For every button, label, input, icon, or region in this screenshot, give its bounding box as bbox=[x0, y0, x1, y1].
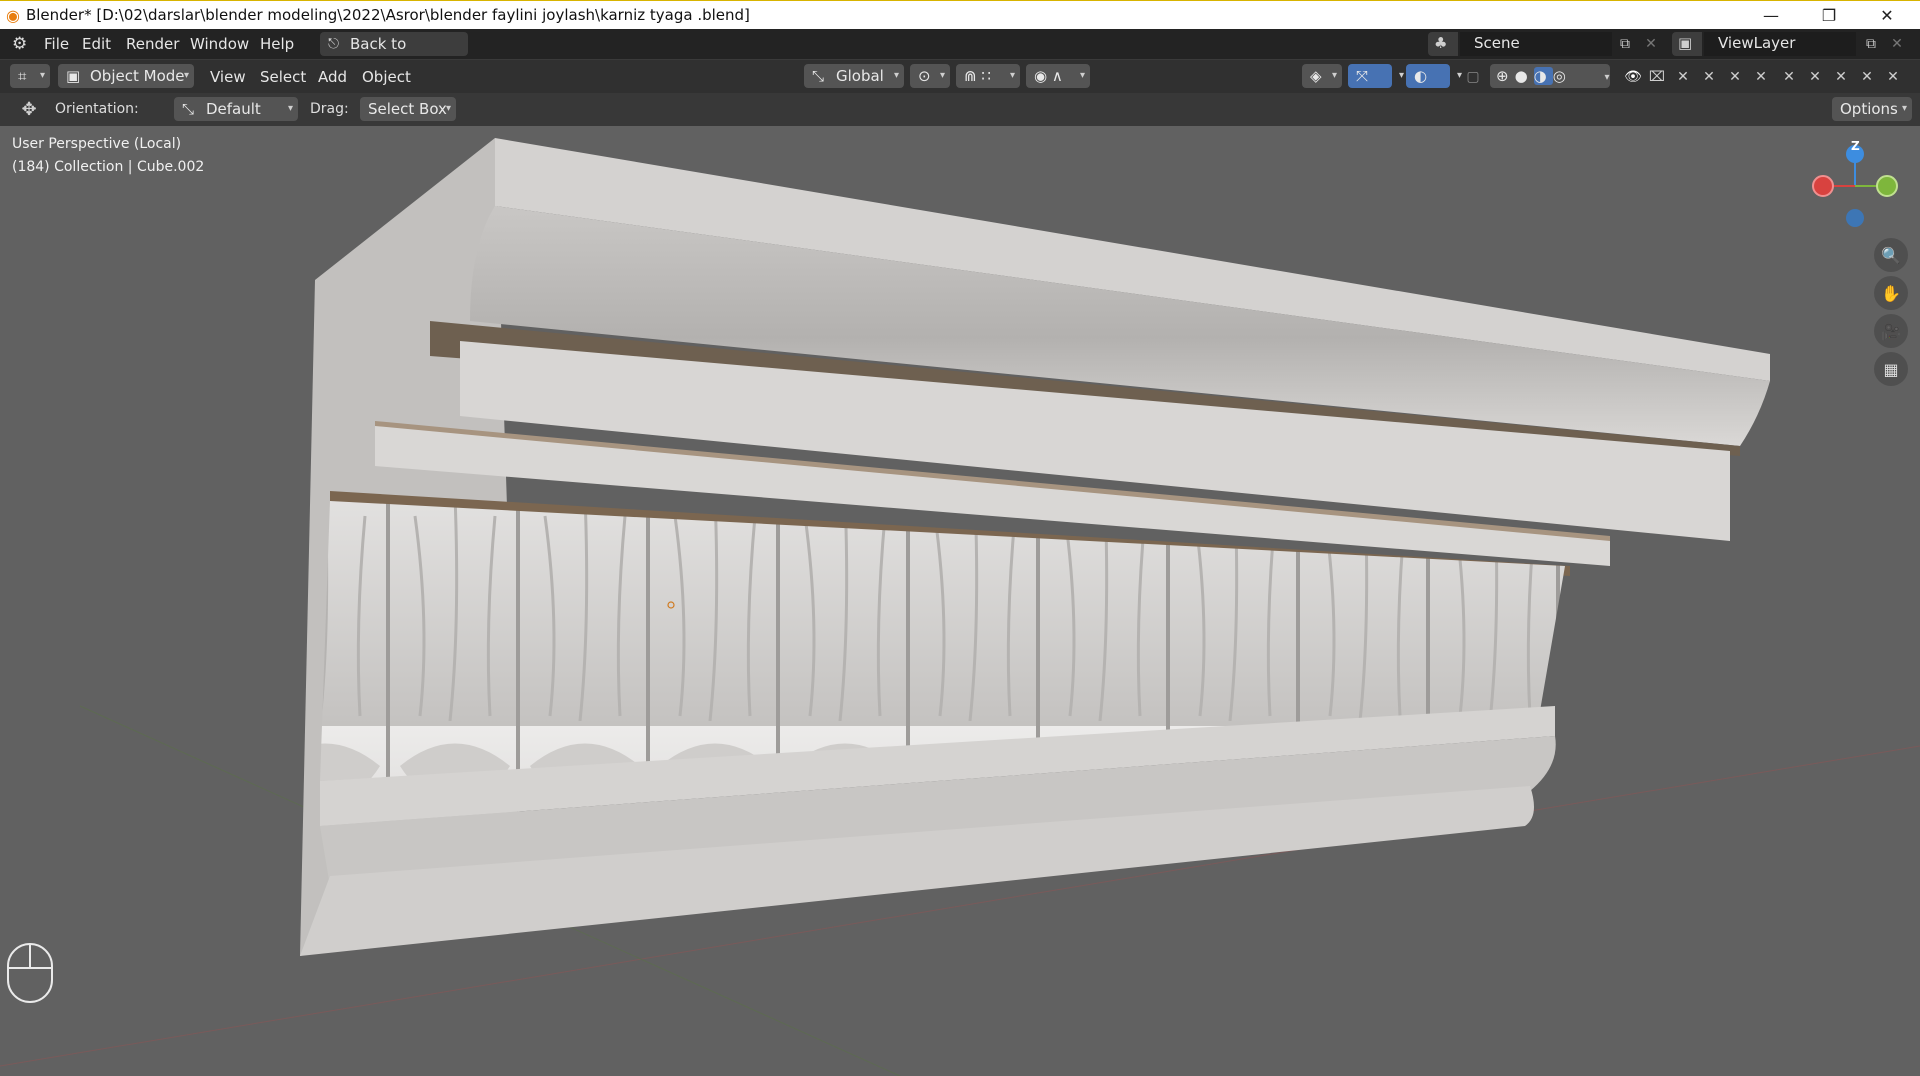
window-title-bar: ◉ Blender* [D:\02\darslar\blender modeli… bbox=[0, 0, 1920, 29]
gizmo-icon: ⤧ bbox=[1356, 67, 1369, 85]
drag-dropdown[interactable]: Select Box ▾ bbox=[360, 97, 456, 121]
scene-name-field[interactable]: Scene bbox=[1460, 32, 1612, 56]
window-title: Blender* [D:\02\darslar\blender modeling… bbox=[25, 6, 750, 24]
gizmo-y-axis[interactable] bbox=[1876, 175, 1898, 197]
scene-name: Scene bbox=[1474, 34, 1520, 52]
restrict-icon-8[interactable]: ✕ bbox=[1858, 68, 1876, 86]
drag-value: Select Box bbox=[368, 100, 447, 118]
viewport-collection-text: (184) Collection | Cube.002 bbox=[12, 159, 205, 175]
delete-viewlayer-icon[interactable]: ✕ bbox=[1888, 35, 1906, 53]
orientation-label: Orientation: bbox=[55, 101, 139, 117]
view-object-types-icon: ◈ bbox=[1310, 67, 1322, 85]
3d-viewport[interactable]: User Perspective (Local) (184) Collectio… bbox=[0, 126, 1920, 1076]
menu-window[interactable]: Window bbox=[190, 34, 249, 54]
orientation-dropdown[interactable]: ⤡ Default ▾ bbox=[174, 97, 298, 121]
menu-select[interactable]: Select bbox=[260, 67, 306, 87]
mode-dropdown[interactable]: ▣ Object Mode ▾ bbox=[58, 64, 194, 88]
proportional-edit-toggle[interactable]: ◉ ∧ ▾ bbox=[1026, 64, 1090, 88]
drag-label: Drag: bbox=[310, 101, 349, 117]
zoom-icon[interactable]: 🔍 bbox=[1874, 238, 1908, 272]
eye-icon[interactable]: 👁 bbox=[1624, 68, 1642, 86]
viewlayer-name-field[interactable]: ViewLayer bbox=[1704, 32, 1856, 56]
blender-logo-icon: ◉ bbox=[6, 5, 20, 25]
restrict-icon-2[interactable]: ✕ bbox=[1700, 68, 1718, 86]
restrict-icon-7[interactable]: ✕ bbox=[1832, 68, 1850, 86]
visibility-dropdown[interactable]: ◈ ▾ bbox=[1302, 64, 1342, 88]
shading-wireframe-icon[interactable]: ⊕ bbox=[1496, 67, 1515, 85]
object-mode-icon: ▣ bbox=[66, 67, 81, 85]
grid-icon[interactable]: ▦ bbox=[1874, 352, 1908, 386]
overlay-toggle[interactable]: ◐ ▾ bbox=[1406, 64, 1462, 88]
shading-solid-icon[interactable]: ● bbox=[1515, 67, 1534, 85]
hide-toggle-icon[interactable]: ⌧ bbox=[1648, 68, 1666, 86]
overlay-icon: ◐ bbox=[1414, 67, 1428, 85]
back-to-previous-button[interactable]: ⎋ Back to Previous bbox=[320, 32, 468, 77]
minimize-button[interactable]: — bbox=[1742, 1, 1800, 29]
new-scene-icon[interactable]: ⧉ bbox=[1616, 35, 1634, 53]
menu-view[interactable]: View bbox=[210, 67, 246, 87]
transform-orientation-label: Global bbox=[836, 67, 884, 85]
menu-render[interactable]: Render bbox=[126, 34, 179, 54]
menu-file[interactable]: File bbox=[44, 34, 69, 54]
gizmo-neg-z-axis[interactable] bbox=[1846, 209, 1864, 227]
options-dropdown[interactable]: Options ▾ bbox=[1832, 97, 1912, 121]
viewport-header: ⌗ ▾ ▣ Object Mode ▾ View Select Add Object… bbox=[0, 60, 1920, 93]
snap-toggle[interactable]: ⋒ ∷ ▾ bbox=[956, 64, 1020, 88]
back-icon: ⎋ bbox=[328, 36, 340, 52]
restore-button[interactable]: ❐ bbox=[1800, 1, 1858, 29]
viewport-scene bbox=[0, 138, 1920, 1076]
top-menu-bar: ⚙ File Edit Render Window Help ⎋ Back to… bbox=[0, 29, 1920, 77]
tool-settings-bar: ✥ Orientation: ⤡ Default ▾ Drag: Select B… bbox=[0, 93, 1920, 126]
shading-material-icon[interactable]: ◑ bbox=[1533, 67, 1553, 85]
move-tool-icon: ✥ bbox=[21, 98, 37, 120]
editor-type-icon: ⌗ bbox=[18, 67, 27, 85]
pivot-icon: ⊙ bbox=[918, 67, 931, 85]
snap-icon: ⋒ ∷ bbox=[964, 67, 991, 85]
gizmo-z-label: Z bbox=[1851, 139, 1860, 153]
menu-add[interactable]: Add bbox=[318, 67, 347, 87]
menu-object[interactable]: Object bbox=[362, 67, 411, 87]
transform-orientation-dropdown[interactable]: ⤡ Global ▾ bbox=[804, 64, 904, 88]
mode-label: Object Mode bbox=[90, 67, 185, 85]
shading-options-dropdown[interactable]: ▾ bbox=[1598, 68, 1616, 86]
restrict-icon-4[interactable]: ✕ bbox=[1752, 68, 1770, 86]
xray-icon[interactable]: ▢ bbox=[1464, 68, 1482, 86]
mouse-icon bbox=[7, 943, 53, 1003]
transform-gizmo-icon: ⤡ bbox=[812, 67, 825, 85]
restrict-icon-1[interactable]: ✕ bbox=[1674, 68, 1692, 86]
viewlayer-name: ViewLayer bbox=[1718, 34, 1796, 52]
pivot-point-dropdown[interactable]: ⊙ ▾ bbox=[910, 64, 950, 88]
scene-browse-button[interactable]: ♣ bbox=[1428, 32, 1458, 56]
editor-type-dropdown[interactable]: ⌗ ▾ bbox=[10, 64, 50, 88]
restrict-icon-3[interactable]: ✕ bbox=[1726, 68, 1744, 86]
restrict-icon-9[interactable]: ✕ bbox=[1884, 68, 1902, 86]
new-viewlayer-icon[interactable]: ⧉ bbox=[1862, 35, 1880, 53]
scene-icon: ♣ bbox=[1434, 34, 1448, 52]
camera-icon[interactable]: 🎥 bbox=[1874, 314, 1908, 348]
blender-menu-icon[interactable]: ⚙ bbox=[12, 34, 27, 54]
shading-rendered-icon[interactable]: ◎ bbox=[1553, 67, 1572, 85]
close-button[interactable]: ✕ bbox=[1858, 1, 1916, 29]
pan-hand-icon[interactable]: ✋ bbox=[1874, 276, 1908, 310]
orientation-value: Default bbox=[206, 100, 261, 118]
menu-edit[interactable]: Edit bbox=[82, 34, 111, 54]
gizmo-toggle[interactable]: ⤧ ▾ bbox=[1348, 64, 1404, 88]
orientation-icon: ⤡ bbox=[182, 100, 195, 118]
gizmo-x-axis[interactable] bbox=[1812, 175, 1834, 197]
shading-mode-group: ⊕●◑◎ bbox=[1490, 64, 1610, 88]
viewport-perspective-text: User Perspective (Local) bbox=[12, 136, 182, 152]
menu-help[interactable]: Help bbox=[260, 34, 294, 54]
restrict-icon-6[interactable]: ✕ bbox=[1806, 68, 1824, 86]
viewlayer-browse-button[interactable]: ▣ bbox=[1672, 32, 1702, 56]
options-label: Options bbox=[1840, 100, 1898, 118]
restrict-icon-5[interactable]: ✕ bbox=[1780, 68, 1798, 86]
proportional-edit-icon: ◉ ∧ bbox=[1034, 67, 1063, 85]
viewlayer-icon: ▣ bbox=[1678, 34, 1693, 52]
delete-scene-icon[interactable]: ✕ bbox=[1642, 35, 1660, 53]
